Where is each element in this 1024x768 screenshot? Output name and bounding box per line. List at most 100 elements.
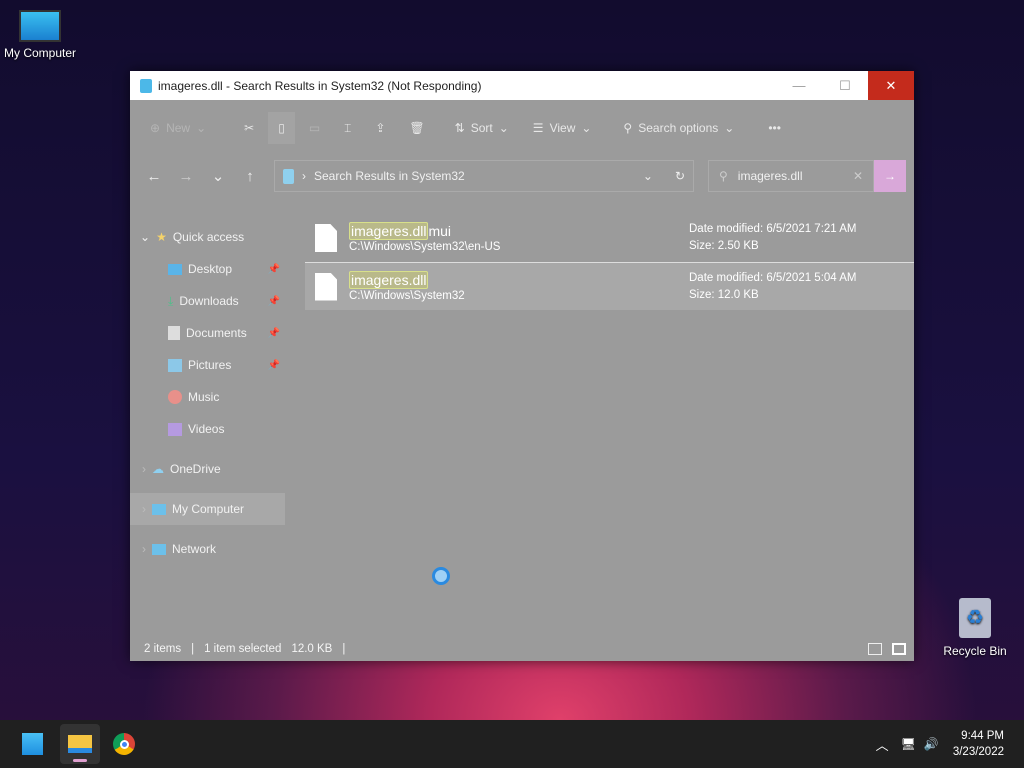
rename-button[interactable]: ⌶ [334,112,361,144]
taskbar: ︿ 🖥 🔊 9:44 PM 3/23/2022 [0,720,1024,768]
cut-button[interactable]: ✂ [234,112,264,144]
videos-icon [168,422,182,436]
star-icon: ★ [156,230,167,244]
pin-icon: 📌 [267,263,280,275]
volume-icon[interactable]: 🔊 [924,737,939,751]
search-options-button[interactable]: ⚲ Search options ⌄ [613,112,744,144]
paste-button[interactable]: ▭ [299,112,330,144]
new-label: New [166,121,191,135]
file-date: Date modified: 6/5/2021 5:04 AM [689,271,857,284]
pin-icon: 📌 [267,295,280,307]
sidebar-item-label: Downloads [179,294,239,308]
desktop-icon-label: My Computer [3,46,77,60]
chrome-taskbar-button[interactable] [104,724,144,764]
network-icon [152,543,166,555]
desktop-icon-label: Recycle Bin [943,644,1007,658]
sidebar-item-label: Music [188,390,220,404]
clock[interactable]: 9:44 PM 3/23/2022 [953,728,1004,760]
computer-icon [152,503,166,515]
file-name-match: imageres.dll [349,222,429,240]
start-button[interactable] [12,724,52,764]
file-row-selected[interactable]: imageres.dll C:\Windows\System32 Date mo… [305,262,914,310]
file-explorer-window: imageres.dll - Search Results in System3… [130,71,914,661]
view-button[interactable]: ☰ View ⌄ [523,112,602,144]
file-name-rest: mui [428,223,452,239]
chevron-down-icon[interactable]: ⌄ [643,169,653,183]
dll-file-icon [315,272,337,301]
pictures-icon [168,358,182,372]
minimize-button[interactable]: — [776,71,822,100]
file-explorer-taskbar-button[interactable] [60,724,100,764]
sidebar-item-network[interactable]: › Network [130,533,290,565]
details-view-button[interactable] [868,643,882,655]
network-tray-icon[interactable]: 🖥 [901,737,916,751]
search-input[interactable]: imageres.dll [738,169,803,183]
sidebar-item-videos[interactable]: Videos [130,413,290,445]
search-options-icon: ⚲ [623,121,633,135]
view-icon: ☰ [532,121,544,135]
close-button[interactable]: ✕ [868,71,914,100]
address-bar-row: ← → ⌄ ↑ › Search Results in System32 ⌄ ↻… [130,156,914,196]
desktop-icon-my-computer[interactable]: My Computer [0,10,80,60]
sort-button[interactable]: ⇅ Sort ⌄ [445,112,519,144]
tiles-view-button[interactable] [892,643,906,655]
file-icon [315,224,337,252]
sidebar-item-label: Desktop [188,262,233,276]
new-button[interactable]: ⊕ New ⌄ [140,112,216,144]
pin-icon: 📌 [267,359,280,371]
plus-circle-icon: ⊕ [150,121,161,135]
search-results-list: imageres.dll mui C:\Windows\System32\en-U… [305,214,914,310]
delete-button[interactable]: 🗑 [399,112,434,144]
folder-icon [68,735,92,753]
recent-locations-button[interactable]: ⌄ [202,167,234,185]
up-button[interactable]: ↑ [234,168,266,185]
file-row[interactable]: imageres.dll mui C:\Windows\System32\en-U… [305,214,914,262]
download-icon: ⤓ [168,293,174,308]
show-hidden-icons-button[interactable]: ︿ [876,735,889,754]
view-label: View [549,121,576,135]
sort-icon: ⇅ [454,121,465,135]
sidebar-item-music[interactable]: Music [130,381,290,413]
sidebar-item-my-computer[interactable]: › My Computer [130,493,285,525]
desktop-icon-recycle-bin[interactable]: ♻ Recycle Bin [935,598,1015,658]
clock-time: 9:44 PM [961,730,1004,742]
command-bar: ⊕ New ⌄ ✂ ▯ ▭ ⌶ ⇪ 🗑 ⇅ Sort ⌄ ☰ View ⌄ ⚲ Search … [130,100,914,156]
sidebar-item-quick-access[interactable]: ⌄ ★ Quick access [130,221,290,253]
item-count: 2 items [144,643,182,655]
search-options-label: Search options [638,121,719,135]
sidebar-item-desktop[interactable]: Desktop 📌 [130,253,290,285]
share-button[interactable]: ⇪ [365,112,395,144]
more-button[interactable]: ••• [758,112,791,144]
refresh-icon[interactable]: ↻ [675,169,685,183]
search-folder-icon [283,168,294,184]
file-name-match: imageres.dll [349,270,429,289]
search-box[interactable]: ⚲ imageres.dll ✕ [708,160,874,192]
folder-icon [140,78,152,93]
busy-cursor-icon [432,567,450,585]
sidebar-item-label: Quick access [172,230,245,244]
file-size: Size: 2.50 KB [689,240,759,252]
forward-button[interactable]: → [170,168,202,185]
clear-search-icon[interactable]: ✕ [853,169,863,183]
title-bar: imageres.dll - Search Results in System3… [130,71,914,100]
sidebar-item-downloads[interactable]: ⤓ Downloads 📌 [130,285,290,317]
status-bar: 2 items | 1 item selected 12.0 KB | [130,637,914,661]
file-path: C:\Windows\System32\en-US [349,241,501,253]
copy-button[interactable]: ▯ [268,112,295,144]
file-size: Size: 12.0 KB [689,288,759,301]
address-bar[interactable]: › Search Results in System32 ⌄ ↻ [274,160,694,192]
sidebar-item-label: Documents [186,326,247,340]
search-go-button[interactable]: → [874,160,906,192]
monitor-icon [19,10,61,42]
sidebar-item-label: Network [172,542,217,556]
pin-icon: 📌 [267,327,280,339]
window-title: imageres.dll - Search Results in System3… [158,78,482,93]
address-path: Search Results in System32 [314,169,465,183]
selection-size: 12.0 KB [291,643,333,655]
sidebar-item-pictures[interactable]: Pictures 📌 [130,349,290,381]
maximize-button[interactable]: ☐ [822,71,868,100]
sort-label: Sort [470,121,493,135]
sidebar-item-documents[interactable]: Documents 📌 [130,317,290,349]
back-button[interactable]: ← [138,168,170,185]
sidebar-item-onedrive[interactable]: › ☁ OneDrive [130,453,290,485]
